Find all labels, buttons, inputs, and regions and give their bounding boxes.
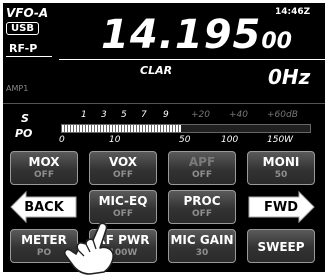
frequency-small: 00 bbox=[261, 29, 292, 54]
mic-eq-button[interactable]: MIC-EQ OFF bbox=[89, 190, 157, 224]
s-scale-9: 9 bbox=[163, 110, 169, 120]
clar-label[interactable]: CLAR bbox=[140, 65, 172, 76]
fwd-label: FWD bbox=[263, 200, 298, 215]
s-scale-plus20: +20 bbox=[191, 110, 210, 120]
mic-eq-label: MIC-EQ bbox=[98, 194, 148, 208]
proc-button[interactable]: PROC OFF bbox=[168, 190, 236, 224]
s-scale-1: 1 bbox=[81, 110, 87, 120]
frequency-underline bbox=[59, 59, 325, 60]
s-scale-plus60: +60dB bbox=[267, 110, 298, 120]
frequency-display[interactable]: 14.19500 bbox=[101, 15, 292, 55]
po-scale-10: 10 bbox=[109, 135, 121, 145]
mic-gain-label: MIC GAIN bbox=[170, 233, 234, 247]
vox-label: VOX bbox=[108, 155, 138, 169]
mox-value: OFF bbox=[34, 170, 54, 180]
mode-badge[interactable]: USB bbox=[6, 22, 39, 35]
meter-bar bbox=[61, 124, 311, 133]
meter-panel: S PO 1 3 5 7 9 +20 +40 +60dB 0 10 50 100… bbox=[3, 104, 325, 148]
po-label: PO bbox=[15, 127, 33, 140]
vox-button[interactable]: VOX OFF bbox=[89, 151, 157, 185]
apf-label: APF bbox=[188, 155, 216, 169]
proc-value: OFF bbox=[192, 209, 212, 219]
s-scale-plus40: +40 bbox=[229, 110, 248, 120]
po-scale-50: 50 bbox=[179, 135, 191, 145]
rf-underline bbox=[6, 56, 52, 57]
sweep-button[interactable]: SWEEP bbox=[247, 229, 315, 263]
moni-value: 50 bbox=[274, 170, 288, 180]
vfo-label: VFO-A bbox=[6, 6, 49, 20]
apf-value: OFF bbox=[192, 170, 212, 180]
rf-label: RF-P bbox=[9, 42, 38, 55]
radio-display: VFO-A USB 14:46Z RF-P 14.19500 AMP1 CLAR… bbox=[3, 3, 325, 272]
back-label: BACK bbox=[24, 200, 64, 215]
frequency-main: 14.195 bbox=[101, 12, 262, 58]
moni-label: MONI bbox=[262, 155, 300, 169]
amp-label: AMP1 bbox=[6, 84, 29, 93]
mic-eq-value: OFF bbox=[113, 209, 133, 219]
s-scale-5: 5 bbox=[121, 110, 127, 120]
meter-bar-fill bbox=[62, 125, 182, 132]
back-button[interactable]: BACK bbox=[10, 190, 78, 224]
moni-button[interactable]: MONI 50 bbox=[247, 151, 315, 185]
pointing-hand-icon bbox=[63, 222, 114, 275]
apf-button[interactable]: APF OFF bbox=[168, 151, 236, 185]
mox-label: MOX bbox=[28, 155, 60, 169]
mic-gain-value: 30 bbox=[195, 248, 209, 258]
po-scale-100: 100 bbox=[221, 135, 239, 145]
po-scale-0: 0 bbox=[59, 135, 65, 145]
mox-button[interactable]: MOX OFF bbox=[10, 151, 78, 185]
clar-offset: 0Hz bbox=[268, 65, 311, 89]
fwd-button[interactable]: FWD bbox=[247, 190, 315, 224]
proc-label: PROC bbox=[183, 194, 221, 208]
vox-value: OFF bbox=[113, 170, 133, 180]
s-scale-7: 7 bbox=[141, 110, 147, 120]
po-scale-150: 150W bbox=[267, 135, 294, 145]
s-label: S bbox=[21, 112, 29, 125]
s-scale-3: 3 bbox=[101, 110, 107, 120]
sweep-label: SWEEP bbox=[257, 240, 305, 254]
mic-gain-button[interactable]: MIC GAIN 30 bbox=[168, 229, 236, 263]
